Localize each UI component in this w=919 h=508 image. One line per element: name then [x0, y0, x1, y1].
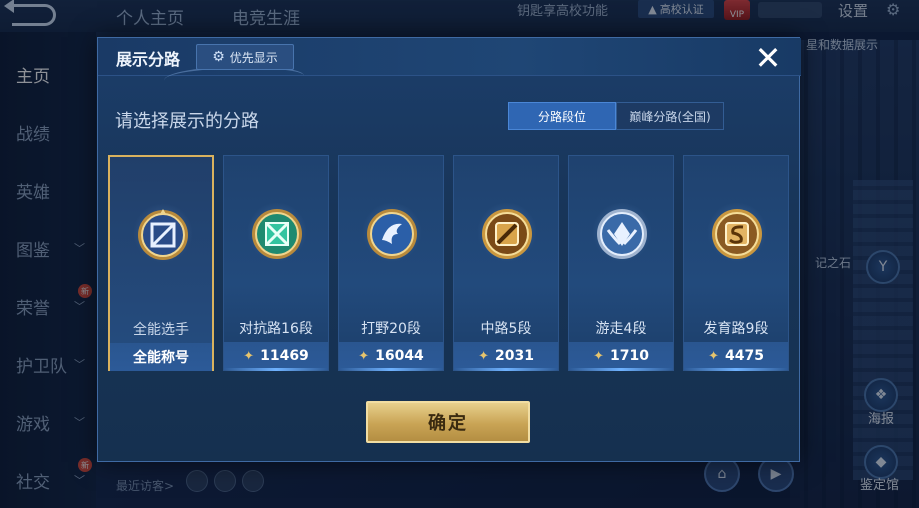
close-icon[interactable]: ✕ — [750, 40, 786, 76]
allround-emblem-icon — [138, 209, 188, 260]
lane-card-farm[interactable]: 发育路9段 ✦ 4475 — [683, 155, 789, 371]
clash-lane-emblem-icon — [252, 209, 302, 259]
mid-lane-emblem-icon — [482, 209, 532, 259]
lane-card-mid[interactable]: 中路5段 ✦ 2031 — [453, 155, 559, 371]
card-glow — [569, 368, 673, 371]
rank-points-icon: ✦ — [593, 348, 604, 364]
lane-card-clash[interactable]: 对抗路16段 ✦ 11469 — [223, 155, 329, 371]
card-glow — [684, 368, 788, 371]
tab-peak-lane-national[interactable]: 巅峰分路(全国) — [616, 102, 724, 130]
lane-role-label: 全能选手 — [133, 322, 189, 338]
lane-stat: ✦ 4475 — [684, 342, 788, 370]
lane-display-dialog: 展示分路 ⚙ 优先显示 ✕ 请选择展示的分路 分路段位 巅峰分路(全国) 全能选… — [97, 37, 801, 462]
lane-role-label: 游走4段 — [595, 321, 647, 337]
dialog-title: 展示分路 — [116, 50, 181, 69]
lane-role-label: 发育路9段 — [703, 321, 769, 337]
card-glow — [454, 368, 558, 371]
lane-stat: ✦ 2031 — [454, 342, 558, 370]
lane-stat: ✦ 11469 — [224, 342, 328, 370]
rank-points-icon: ✦ — [708, 348, 719, 364]
lane-role-label: 对抗路16段 — [239, 321, 313, 337]
lane-card-roam[interactable]: 游走4段 ✦ 1710 — [568, 155, 674, 371]
lane-role-label: 中路5段 — [480, 321, 532, 337]
lane-stat: 全能称号 — [110, 343, 212, 371]
rank-points-icon: ✦ — [243, 348, 255, 364]
priority-display-button[interactable]: ⚙ 优先显示 — [196, 44, 294, 70]
lane-card-allround[interactable]: 全能选手 全能称号 — [108, 155, 214, 371]
roam-emblem-icon — [597, 209, 647, 259]
confirm-button[interactable]: 确定 — [366, 401, 530, 443]
dialog-subtitle: 请选择展示的分路 — [115, 111, 259, 132]
rank-points-icon: ✦ — [358, 348, 370, 364]
card-glow — [339, 368, 443, 371]
lane-stat: ✦ 16044 — [339, 342, 443, 370]
lane-card-jungle[interactable]: 打野20段 ✦ 16044 — [338, 155, 444, 371]
farm-lane-emblem-icon — [712, 209, 762, 259]
card-glow — [224, 368, 328, 371]
lane-role-label: 打野20段 — [361, 321, 421, 337]
lane-stat: ✦ 1710 — [569, 342, 673, 370]
gear-icon: ⚙ — [212, 49, 225, 65]
jungle-emblem-icon — [367, 209, 417, 259]
tab-lane-rank[interactable]: 分路段位 — [508, 102, 616, 130]
rank-points-icon: ✦ — [478, 348, 489, 364]
